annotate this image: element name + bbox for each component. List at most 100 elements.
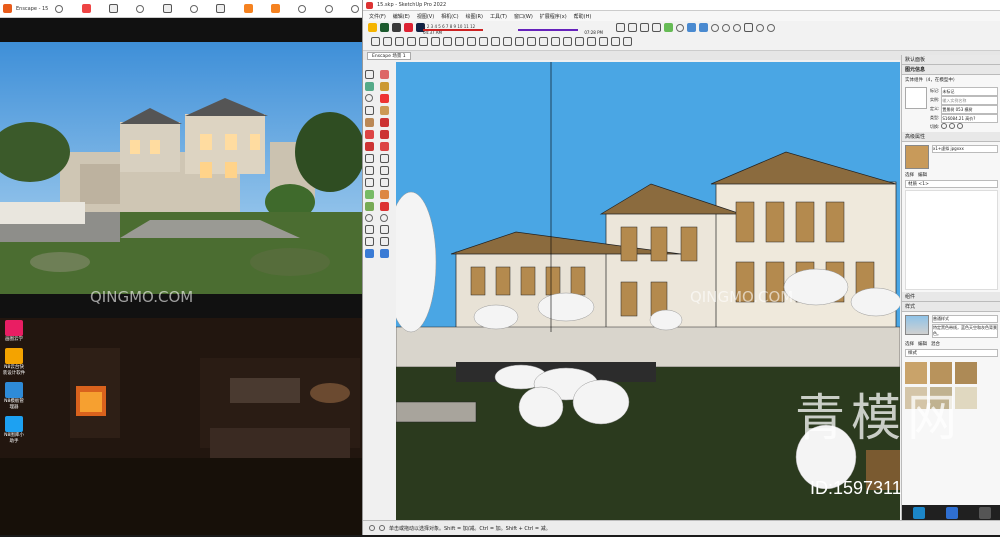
scene-tab[interactable]: Enscape 场景 1 [367,51,411,60]
tray-app-icon[interactable] [912,506,925,519]
tray-shield-icon[interactable] [945,506,958,519]
paint-icon[interactable] [628,23,637,32]
style-library-select[interactable]: 样式 [905,349,998,357]
menu-edit[interactable]: 编辑(E) [393,13,410,20]
desktop-icon[interactable]: N8云台快装设计软件 [2,348,26,376]
enscape-start-icon[interactable] [368,23,377,32]
materials-header[interactable]: 高级属性 [902,132,1000,142]
walk-icon[interactable] [756,23,764,32]
section-tool-icon[interactable] [380,237,389,246]
view-icon[interactable] [109,4,118,13]
render-icon[interactable] [55,4,64,13]
eraser-icon[interactable] [383,37,392,46]
style-name-input[interactable]: 普通样式 [932,315,998,323]
offset-tool-icon[interactable] [380,142,389,151]
dim-tool-icon[interactable] [380,154,389,163]
entity-info-header[interactable]: 图元信息 [902,65,1000,75]
terrain-icon[interactable] [664,23,673,32]
wireframe-icon[interactable] [575,37,584,46]
circle-tool-icon[interactable] [365,94,373,102]
zoom-icon[interactable] [711,23,719,32]
walk-tool-icon[interactable] [380,225,389,234]
zoom-window-icon[interactable] [365,214,373,222]
time-slider[interactable] [518,29,578,31]
pushpull-tool-icon[interactable] [365,118,374,127]
toggle-lock-icon[interactable] [949,123,956,129]
style-item[interactable] [905,362,927,384]
orbit-icon[interactable] [676,23,684,32]
desktop-icon[interactable]: 画图云学 [2,320,26,342]
tag-select[interactable]: 未标记 [941,87,998,96]
door-icon[interactable] [652,23,661,32]
position-camera-icon[interactable] [365,225,374,234]
eraser-tool-icon[interactable] [380,70,389,79]
material-grid[interactable] [905,190,998,290]
view-top-icon[interactable] [722,23,730,32]
layer-icon[interactable] [640,23,649,32]
style-tab-select[interactable]: 选择 [905,341,914,347]
section-icon[interactable] [539,37,548,46]
sandbox-tool-icon[interactable] [365,190,374,199]
section-cut-icon[interactable] [380,249,389,258]
text-icon[interactable] [515,37,524,46]
view-front-icon[interactable] [733,23,741,32]
axis-tool-icon[interactable] [365,178,374,187]
text-tool-icon[interactable] [380,166,389,175]
style-thumbnail[interactable] [905,315,929,335]
orbit-tool-icon[interactable] [365,202,374,211]
style-item[interactable] [930,387,952,409]
textured-icon[interactable] [611,37,620,46]
style-item[interactable] [955,387,977,409]
help-icon[interactable] [350,4,359,13]
followme-tool-icon[interactable] [380,118,389,127]
camera-position-icon[interactable] [744,23,753,32]
arc-icon[interactable] [407,37,416,46]
type-input[interactable]: S16084.21 高价? [941,114,998,123]
settings-icon[interactable] [162,4,172,13]
style-tab-mix[interactable]: 混合 [931,341,940,347]
instance-input[interactable]: 输入实例名称 [941,96,998,105]
batch-icon[interactable] [243,4,253,13]
style-item[interactable] [930,362,952,384]
toggle-shadow-icon[interactable] [957,123,964,129]
scale-tool-icon[interactable] [365,142,374,151]
eye-icon[interactable] [324,4,333,13]
material-tab-select[interactable]: 选择 [905,172,914,178]
tree-icon[interactable] [380,23,389,32]
sync-icon[interactable] [81,4,91,13]
hidden-line-icon[interactable] [587,37,596,46]
tape-icon[interactable] [491,37,500,46]
offset-icon[interactable] [479,37,488,46]
pan-tool-icon[interactable] [380,190,389,199]
enscape-render-viewport[interactable] [0,42,362,294]
scale-icon[interactable] [467,37,476,46]
material-name-input[interactable]: x1+虚拟 jpgxxx [932,145,998,153]
menu-draw[interactable]: 绘图(R) [466,13,483,20]
tray-battery-icon[interactable] [979,506,992,519]
material-library-select[interactable]: 材质 <1> [905,180,998,188]
desktop-icon[interactable]: N8图库小助手 [2,416,26,444]
toggle-eye-icon[interactable] [941,123,948,129]
desktop-icon[interactable]: N8模板管理器 [2,382,26,410]
fog-icon[interactable] [404,23,413,32]
camera-icon[interactable] [616,23,625,32]
panorama-icon[interactable] [270,4,280,13]
menu-help[interactable]: 帮助(H) [574,13,592,20]
material-tab-edit[interactable]: 编辑 [918,172,927,178]
move-icon[interactable] [443,37,452,46]
menu-extensions[interactable]: 扩展程序(x) [540,13,567,20]
export-icon[interactable] [216,4,226,13]
styles-header[interactable]: 样式 [902,302,1000,312]
model-viewport[interactable] [396,62,900,520]
definition-input[interactable]: 置景树 053 模树 [941,105,998,114]
rotate-icon[interactable] [455,37,464,46]
month-slider[interactable] [423,29,483,31]
protractor-tool-icon[interactable] [365,166,374,175]
move-tool-icon[interactable] [365,130,374,139]
shadow-icon[interactable] [392,23,401,32]
tape-tool-icon[interactable] [365,154,374,163]
monochrome-icon[interactable] [623,37,632,46]
3dtext-tool-icon[interactable] [380,178,389,187]
section-display-icon[interactable] [365,249,374,258]
dimension-icon[interactable] [503,37,512,46]
